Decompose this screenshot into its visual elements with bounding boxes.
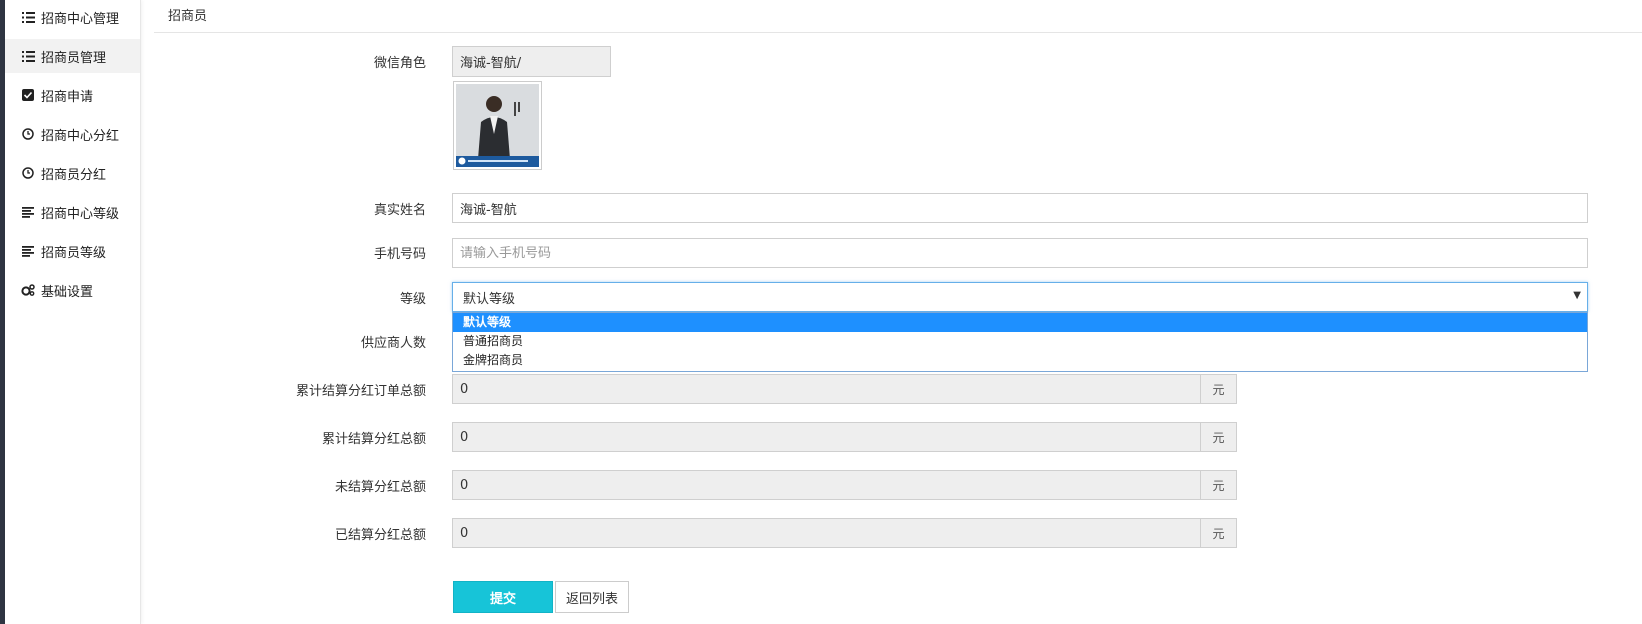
real-name-field[interactable] (452, 193, 1588, 223)
supplier-count-label: 供应商人数 (360, 336, 426, 351)
real-name-input[interactable] (460, 200, 1580, 216)
sidebar-item-label: 基础设置 (41, 284, 94, 300)
real-name-label: 真实姓名 (373, 203, 426, 218)
total-settled-order-amount-field: 0 (452, 374, 1201, 404)
sidebar-item-center-bonus[interactable]: 招商中心分红 (5, 117, 140, 151)
unit-addon: 元 (1200, 374, 1237, 404)
clock-icon (21, 127, 35, 141)
gears-icon (21, 283, 35, 297)
unsettled-bonus-value: 0 (460, 477, 469, 493)
list-icon (21, 49, 35, 63)
sidebar-item-agent-management[interactable]: 招商员管理 (5, 39, 140, 73)
wechat-role-value: 海诚-智航/ (460, 56, 522, 71)
level-option[interactable]: 默认等级 (453, 313, 1587, 332)
submit-button[interactable]: 提交 (453, 581, 553, 613)
total-settled-bonus-value: 0 (460, 429, 469, 445)
back-to-list-button[interactable]: 返回列表 (555, 581, 629, 613)
avatar (453, 81, 542, 170)
level-label: 等级 (399, 292, 426, 307)
sidebar-item-application[interactable]: 招商申请 (5, 78, 140, 112)
avatar-photo (456, 84, 539, 167)
sidebar-item-agent-level[interactable]: 招商员等级 (5, 234, 140, 268)
chevron-down-icon: ▼ (1573, 290, 1581, 301)
align-left-icon (21, 205, 35, 219)
settled-bonus-label: 已结算分红总额 (334, 528, 426, 543)
level-option[interactable]: 金牌招商员 (453, 351, 1587, 370)
sidebar-item-center-management[interactable]: 招商中心管理 (5, 0, 140, 34)
wechat-role-label: 微信角色 (373, 56, 426, 71)
level-select[interactable]: 默认等级 ▼ (452, 282, 1588, 312)
wechat-role-field: 海诚-智航/ (452, 46, 611, 77)
checkbox-icon (21, 88, 35, 102)
phone-input[interactable] (460, 245, 1580, 261)
settled-bonus-value: 0 (460, 525, 469, 541)
sidebar-item-center-level[interactable]: 招商中心等级 (5, 195, 140, 229)
sidebar-item-label: 招商中心分红 (41, 128, 120, 144)
level-option[interactable]: 普通招商员 (453, 332, 1587, 351)
clock-icon (21, 166, 35, 180)
settled-bonus-field: 0 (452, 518, 1201, 548)
sidebar-item-label: 招商员分红 (41, 167, 107, 183)
phone-label: 手机号码 (373, 247, 426, 262)
list-icon (21, 10, 35, 24)
sidebar-item-label: 招商申请 (41, 89, 94, 105)
page-title: 招商员 (168, 9, 208, 24)
sidebar-item-label: 招商中心管理 (41, 11, 120, 27)
total-settled-bonus-label: 累计结算分红总额 (321, 432, 426, 447)
sidebar-item-label: 招商员管理 (41, 50, 107, 66)
unsettled-bonus-label: 未结算分红总额 (334, 480, 426, 495)
total-settled-order-amount-label: 累计结算分红订单总额 (295, 384, 426, 399)
sidebar-item-basic-settings[interactable]: 基础设置 (5, 273, 140, 307)
level-dropdown: 默认等级 普通招商员 金牌招商员 (452, 312, 1588, 372)
unsettled-bonus-field: 0 (452, 470, 1201, 500)
unit-addon: 元 (1200, 470, 1237, 500)
total-settled-bonus-field: 0 (452, 422, 1201, 452)
sidebar-item-label: 招商中心等级 (41, 206, 120, 222)
sidebar-item-label: 招商员等级 (41, 245, 107, 261)
level-selected-value: 默认等级 (463, 291, 516, 307)
unit-addon: 元 (1200, 518, 1237, 548)
sidebar: 招商中心管理 招商员管理 招商申请 招商中心分红 招商员分红 招商中心等级 招商… (5, 0, 141, 624)
align-left-icon (21, 244, 35, 258)
total-settled-order-amount-value: 0 (460, 381, 469, 397)
phone-field[interactable] (452, 238, 1588, 268)
page-header: 招商员 (154, 0, 1642, 33)
unit-addon: 元 (1200, 422, 1237, 452)
sidebar-item-agent-bonus[interactable]: 招商员分红 (5, 156, 140, 190)
